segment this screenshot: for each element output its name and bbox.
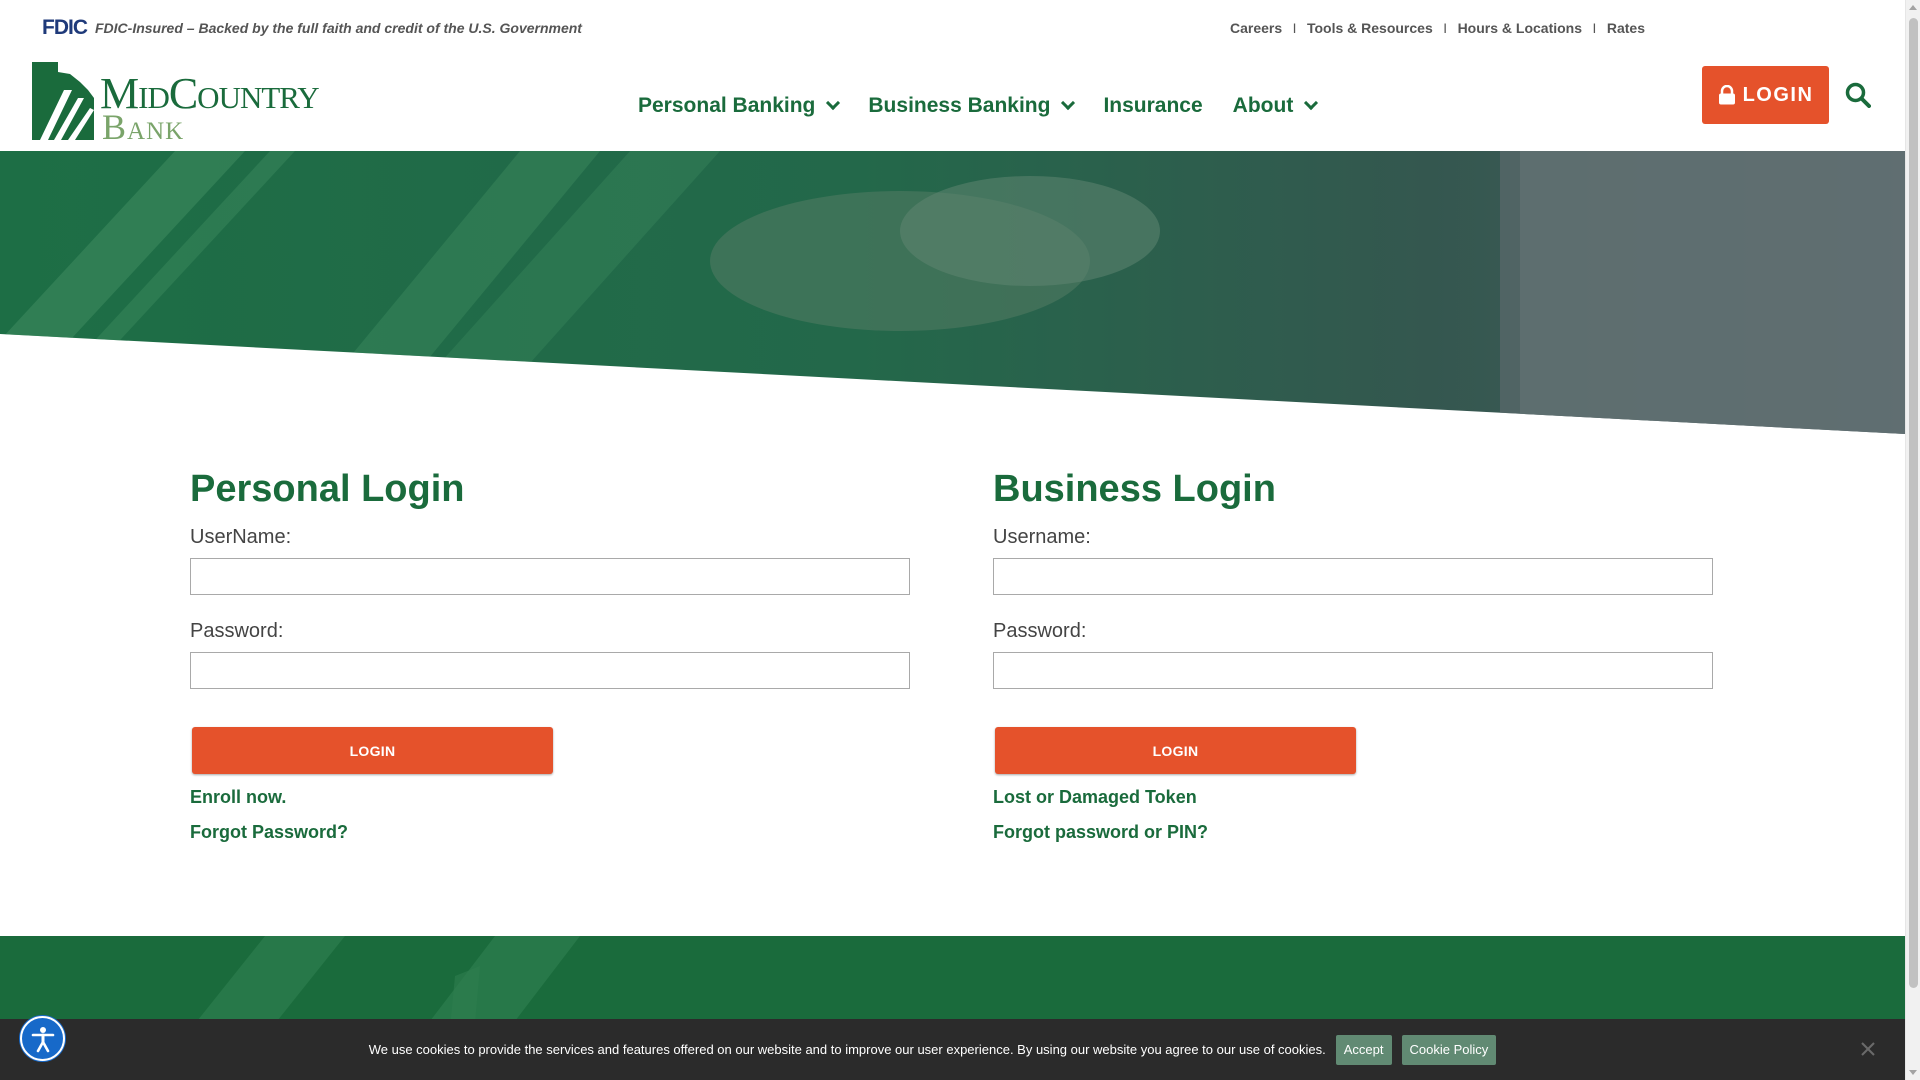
- personal-username-input[interactable]: [190, 558, 910, 595]
- close-icon[interactable]: [1861, 1042, 1875, 1056]
- forgot-pin-link[interactable]: Forgot password or PIN?: [993, 822, 1713, 843]
- utility-nav: Careers | Tools & Resources | Hours & Lo…: [1230, 20, 1645, 36]
- nav-about[interactable]: About: [1232, 94, 1319, 118]
- business-username-label: Username:: [993, 526, 1091, 548]
- nav-label: About: [1232, 94, 1294, 117]
- personal-password-label: Password:: [190, 620, 284, 642]
- cookie-banner: We use cookies to provide the services a…: [0, 1019, 1905, 1080]
- cookie-text: We use cookies to provide the services a…: [368, 1042, 1326, 1057]
- business-login-button[interactable]: LOGIN: [995, 727, 1356, 774]
- business-username-input[interactable]: [993, 558, 1713, 595]
- cookie-accept-button[interactable]: Accept: [1335, 1034, 1392, 1065]
- header-login-button[interactable]: LOGIN: [1702, 66, 1829, 124]
- search-icon[interactable]: [1845, 82, 1871, 108]
- divider: |: [1293, 22, 1296, 34]
- nav-label: Business Banking: [868, 94, 1051, 117]
- util-link-careers[interactable]: Careers: [1230, 20, 1282, 36]
- scroll-up-icon[interactable]: [1909, 5, 1917, 10]
- fdic-text: FDIC-Insured – Backed by the full faith …: [95, 20, 582, 36]
- hero-banner: [0, 151, 1905, 434]
- business-login-section: Business Login Username: Password: LOGIN…: [993, 468, 1713, 843]
- scroll-down-icon[interactable]: [1909, 1070, 1917, 1075]
- nav-label: Personal Banking: [638, 94, 816, 117]
- divider: |: [1593, 22, 1596, 34]
- lock-icon: [1718, 85, 1735, 105]
- business-password-input[interactable]: [993, 652, 1713, 689]
- scrollbar-thumb[interactable]: [1909, 18, 1918, 988]
- midcountry-bank-logo[interactable]: MidCountry Bank: [28, 60, 373, 147]
- util-link-hours-locations[interactable]: Hours & Locations: [1458, 20, 1582, 36]
- personal-login-section: Personal Login UserName: Password: LOGIN…: [190, 468, 910, 843]
- nav-personal-banking[interactable]: Personal Banking: [638, 94, 841, 118]
- chevron-down-icon: [1061, 95, 1076, 111]
- accessibility-button[interactable]: [20, 1016, 65, 1061]
- main-nav: Personal Banking Business Banking Insura…: [638, 94, 1346, 118]
- cookie-policy-button[interactable]: Cookie Policy: [1401, 1034, 1497, 1065]
- forgot-password-link[interactable]: Forgot Password?: [190, 822, 910, 843]
- business-login-title: Business Login: [993, 468, 1276, 510]
- lost-token-link[interactable]: Lost or Damaged Token: [993, 787, 1713, 808]
- fdic-notice: FDIC FDIC-Insured – Backed by the full f…: [42, 16, 582, 40]
- nav-insurance[interactable]: Insurance: [1103, 94, 1202, 118]
- login-label: LOGIN: [1742, 83, 1814, 106]
- page-scrollbar[interactable]: [1905, 0, 1920, 1080]
- personal-login-title: Personal Login: [190, 468, 465, 510]
- util-link-tools-resources[interactable]: Tools & Resources: [1307, 20, 1433, 36]
- nav-business-banking[interactable]: Business Banking: [868, 94, 1076, 118]
- nav-label: Insurance: [1103, 94, 1203, 117]
- personal-username-label: UserName:: [190, 526, 292, 548]
- business-password-label: Password:: [993, 620, 1087, 642]
- chevron-down-icon: [1304, 95, 1319, 111]
- divider: |: [1443, 22, 1447, 34]
- enroll-link[interactable]: Enroll now.: [190, 787, 910, 808]
- fdic-logo: FDIC: [42, 16, 88, 39]
- util-link-rates[interactable]: Rates: [1607, 20, 1645, 36]
- chevron-down-icon: [826, 95, 841, 111]
- logo-wordmark-bank: Bank: [102, 107, 185, 147]
- hero-image: [0, 151, 1905, 434]
- accessibility-icon: [31, 1026, 54, 1052]
- personal-password-input[interactable]: [190, 652, 910, 689]
- personal-login-button[interactable]: LOGIN: [192, 727, 553, 774]
- logo-mark-icon: [32, 62, 94, 140]
